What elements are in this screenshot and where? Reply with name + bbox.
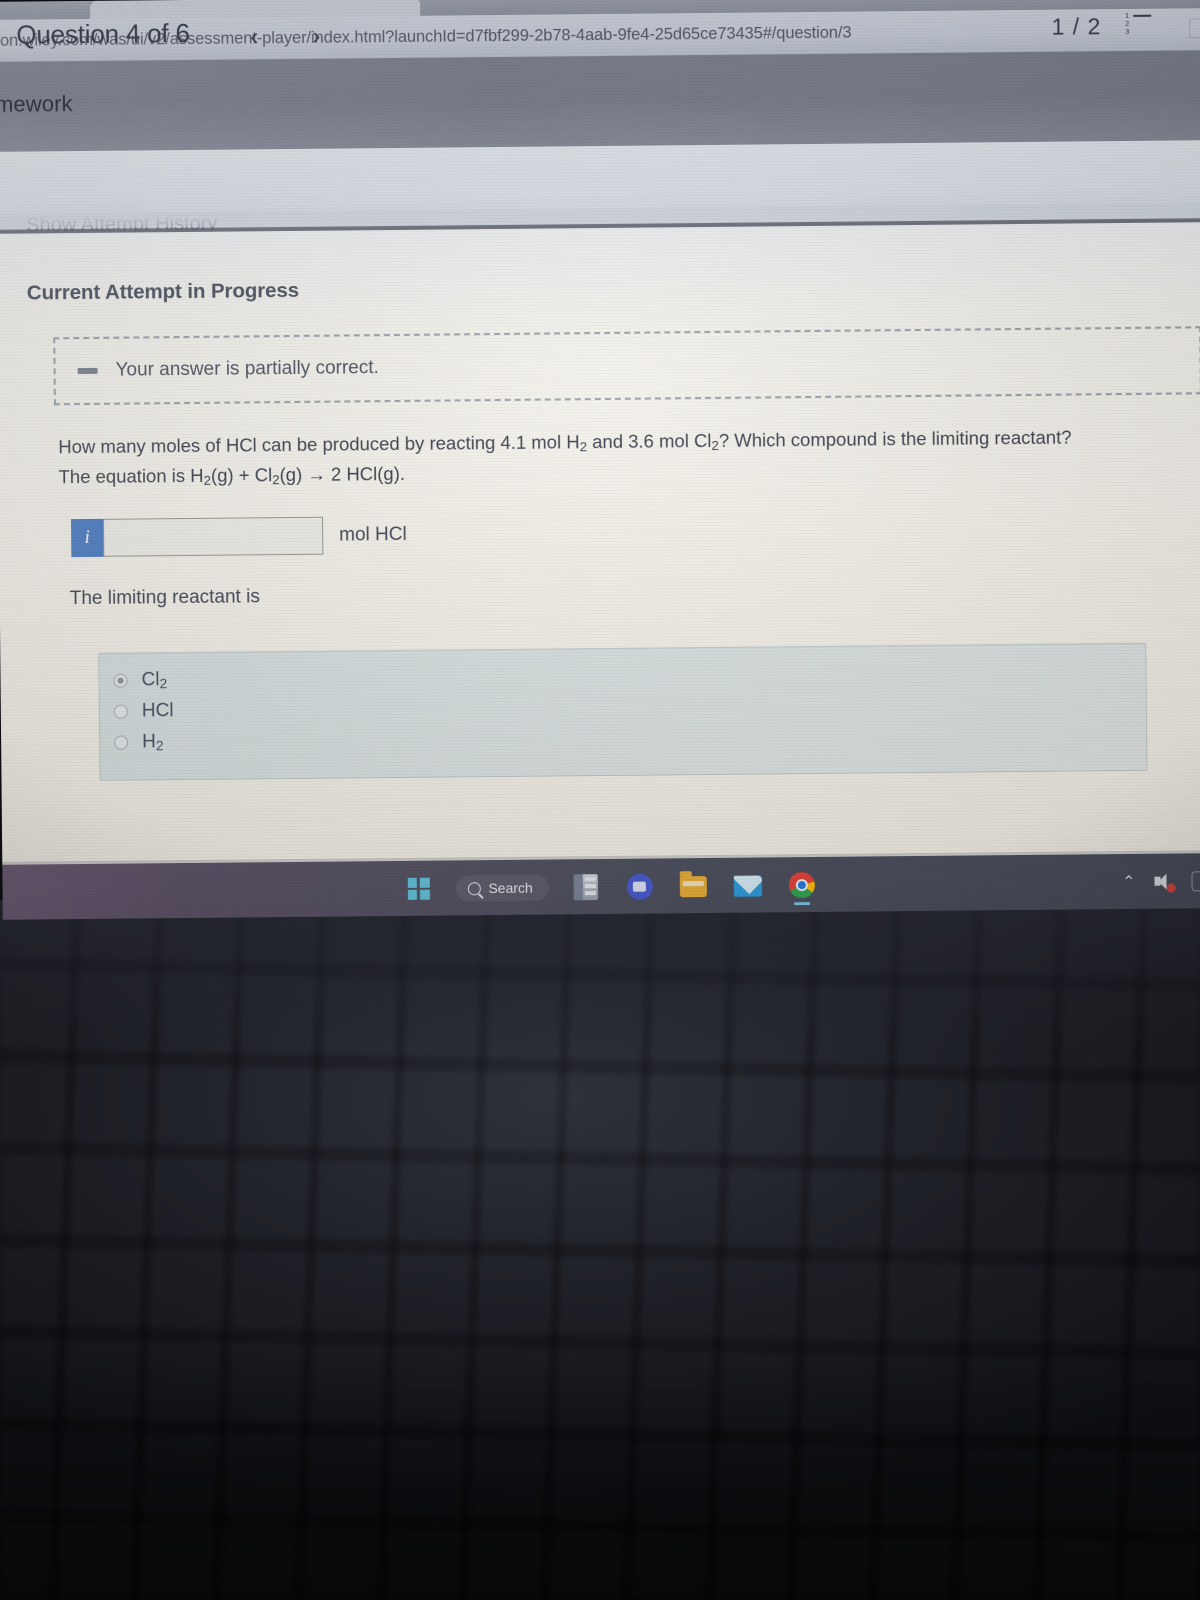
browser-toolbar-edge-icon[interactable] (1189, 18, 1200, 39)
taskbar-system-tray: ⌃ (1122, 853, 1200, 910)
q2sub2: 2 (272, 471, 280, 487)
taskbar-file-explorer-app[interactable] (677, 869, 711, 903)
chrome-icon (788, 871, 815, 899)
option-label-cl2: Cl2 (141, 669, 167, 691)
q2a: The equation is H (58, 464, 204, 487)
limiting-reactant-prompt: The limiting reactant is (69, 586, 260, 610)
taskbar-mail-app[interactable] (731, 868, 765, 902)
q1a: How many moles of HCl can be produced by… (58, 431, 580, 458)
option-h2[interactable]: H2 (114, 731, 164, 753)
laptop-keyboard (0, 900, 1200, 1600)
page-title: Question 4 of 6 (16, 17, 190, 50)
answer-unit-label: mol HCl (339, 523, 407, 546)
list-icon-number-1: 1 (1125, 12, 1130, 20)
tray-edge-icon[interactable] (1191, 871, 1200, 892)
dash-icon (77, 367, 98, 375)
volume-muted-icon[interactable] (1153, 873, 1176, 893)
alert-message: Your answer is partially correct. (115, 357, 379, 381)
taskbar-search-button[interactable]: Search (455, 874, 549, 902)
info-icon[interactable]: i (70, 518, 104, 558)
opt1-main: HCl (141, 700, 174, 722)
question-line-1: How many moles of HCl can be produced by… (58, 427, 1071, 458)
opt2-main: H (142, 731, 156, 753)
teams-icon (626, 873, 653, 900)
search-label: Search (488, 879, 533, 897)
mail-icon (733, 875, 762, 897)
option-cl2[interactable]: Cl2 (113, 669, 167, 692)
taskbar-center-group: Search (401, 857, 819, 917)
next-question-button[interactable]: › (304, 21, 328, 53)
list-icon-number-3: 3 (1125, 28, 1130, 36)
screen-area: ion.wiley.com/was/ui/v2/assessment-playe… (0, 0, 1200, 920)
list-icon-number-2: 2 (1125, 20, 1130, 28)
radio-button-cl2[interactable] (113, 673, 128, 688)
section-title: Current Attempt in Progress (26, 278, 300, 305)
status-alert: Your answer is partially correct. (53, 326, 1200, 406)
numbered-list-icon[interactable]: 1 2 3 (1125, 12, 1152, 39)
assessment-content: Current Attempt in Progress Your answer … (0, 222, 1200, 862)
question-line-2: The equation is H2(g) + Cl2(g) → 2 HCl(g… (58, 462, 406, 487)
radio-button-hcl[interactable] (113, 704, 128, 719)
file-explorer-icon (680, 875, 708, 897)
question-part-counter: 1 / 2 (1051, 13, 1102, 40)
opt2-sub: 2 (155, 738, 164, 754)
option-label-h2: H2 (142, 731, 164, 753)
chevron-up-icon[interactable]: ⌃ (1122, 872, 1136, 892)
office-icon (573, 874, 598, 901)
q2c: (g) → 2 HCl(g). (279, 462, 406, 485)
app-breadcrumb-band: mework (0, 50, 1200, 152)
keyboard-top-fade (0, 900, 1200, 1050)
taskbar-chrome-app[interactable] (785, 868, 819, 906)
q1b: and 3.6 mol Cl (586, 429, 712, 453)
radio-button-h2[interactable] (114, 735, 129, 750)
limiting-reactant-options: Cl2 HCl H2 (98, 642, 1148, 781)
prev-question-button[interactable]: ‹ (242, 21, 266, 53)
q1c: ? Which compound is the limiting reactan… (718, 426, 1072, 451)
q1sub1: 2 (579, 439, 588, 455)
option-label-hcl: HCl (142, 700, 174, 722)
moles-answer-input[interactable] (102, 516, 324, 557)
windows-taskbar: Search ⌃ (2, 853, 1200, 920)
windows-logo-icon (407, 877, 430, 900)
opt0-main: Cl (141, 669, 160, 691)
search-icon (467, 881, 481, 895)
start-button[interactable] (401, 872, 435, 906)
q2b: (g) + Cl (210, 463, 273, 486)
q1sub2: 2 (711, 437, 719, 453)
answer-input-row: i mol HCl (70, 516, 407, 558)
option-hcl[interactable]: HCl (113, 700, 174, 723)
breadcrumb[interactable]: mework (0, 91, 73, 118)
taskbar-teams-app[interactable] (623, 870, 657, 904)
keyboard-bottom-fade (0, 1340, 1200, 1600)
active-app-indicator (793, 902, 810, 906)
photographed-laptop-screen: ion.wiley.com/was/ui/v2/assessment-playe… (0, 0, 1200, 1600)
taskbar-office-app[interactable] (569, 870, 603, 904)
list-icon-line (1133, 14, 1152, 18)
opt0-sub: 2 (159, 676, 168, 692)
question-text: How many moles of HCl can be produced by… (58, 423, 1119, 492)
